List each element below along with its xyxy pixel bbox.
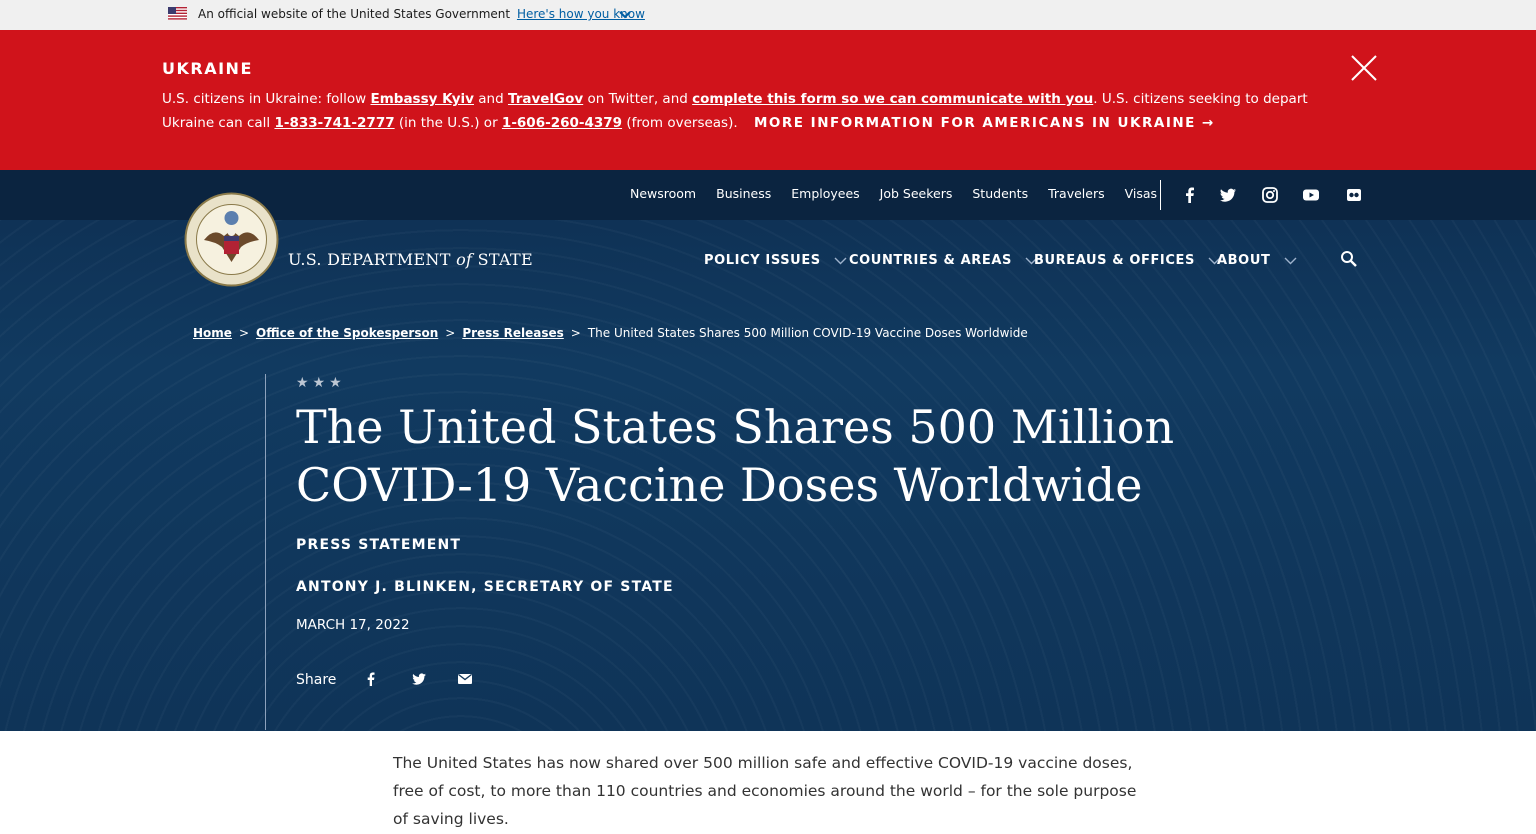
nav-about[interactable]: ABOUT <box>1217 253 1297 268</box>
nav-policy-issues[interactable]: POLICY ISSUES <box>704 253 847 268</box>
overseas-phone-link[interactable]: 1-606-260-4379 <box>502 115 622 131</box>
travelgov-link[interactable]: TravelGov <box>508 91 583 107</box>
alert-text: on Twitter, and <box>587 91 688 107</box>
gov-banner-label: An official website of the United States… <box>198 7 511 21</box>
facebook-icon[interactable] <box>1181 186 1199 204</box>
nav-bureaus-offices[interactable]: BUREAUS & OFFICES <box>1034 253 1221 268</box>
department-name-part: U.S. DEPARTMENT <box>288 250 451 269</box>
contact-form-link[interactable]: complete this form so we can communicate… <box>692 91 1093 107</box>
share-email-icon[interactable] <box>457 671 473 687</box>
instagram-icon[interactable] <box>1261 186 1279 204</box>
alert-text: (from overseas). <box>626 115 738 131</box>
breadcrumb: Home > Office of the Spokesperson > Press Re… <box>193 326 1028 340</box>
utility-nav: Newsroom Business Employees Job Seekers … <box>630 186 1177 201</box>
stars-ornament: ★★★ <box>296 375 346 391</box>
youtube-icon[interactable] <box>1302 186 1320 204</box>
chevron-down-icon <box>834 257 847 264</box>
util-link-business[interactable]: Business <box>716 186 771 201</box>
more-info-link[interactable]: MORE INFORMATION FOR AMERICANS IN UKRAIN… <box>754 115 1215 131</box>
flickr-icon[interactable] <box>1345 186 1363 204</box>
gov-banner-text: An official website of the United States… <box>198 7 645 21</box>
utility-divider <box>1160 180 1161 210</box>
alert-body: U.S. citizens in Ukraine: follow Embassy… <box>162 87 1342 135</box>
us-flag-icon <box>168 7 187 20</box>
article-type: PRESS STATEMENT <box>296 537 462 553</box>
nav-label: COUNTRIES & AREAS <box>849 253 1012 268</box>
breadcrumb-spokesperson[interactable]: Office of the Spokesperson <box>256 326 438 340</box>
alert-text: and <box>478 91 504 107</box>
breadcrumb-home[interactable]: Home <box>193 326 232 340</box>
chevron-down-icon[interactable] <box>618 10 632 20</box>
util-link-employees[interactable]: Employees <box>791 186 859 201</box>
close-icon[interactable] <box>1350 54 1378 82</box>
breadcrumb-separator: > <box>570 326 581 340</box>
article-divider <box>265 374 266 730</box>
util-link-travelers[interactable]: Travelers <box>1048 186 1105 201</box>
util-link-students[interactable]: Students <box>972 186 1028 201</box>
nav-label: BUREAUS & OFFICES <box>1034 253 1195 268</box>
breadcrumb-separator: > <box>445 326 456 340</box>
util-link-newsroom[interactable]: Newsroom <box>630 186 696 201</box>
article-intro: The United States has now shared over 50… <box>393 754 1137 828</box>
alert-title: UKRAINE <box>162 59 253 78</box>
nav-label: ABOUT <box>1217 253 1271 268</box>
page-title: The United States Shares 500 Million COV… <box>296 400 1175 512</box>
chevron-down-icon <box>1284 257 1297 264</box>
breadcrumb-current: The United States Shares 500 Million COV… <box>587 326 1028 340</box>
article-date: MARCH 17, 2022 <box>296 617 410 633</box>
article-author[interactable]: ANTONY J. BLINKEN, SECRETARY OF STATE <box>296 579 674 595</box>
breadcrumb-press-releases[interactable]: Press Releases <box>462 326 563 340</box>
department-name-of: of <box>456 250 473 269</box>
share-twitter-icon[interactable] <box>411 671 427 687</box>
share-facebook-icon[interactable] <box>363 671 379 687</box>
hero-section: Newsroom Business Employees Job Seekers … <box>0 170 1536 731</box>
share-label: Share <box>296 672 337 688</box>
gov-banner: An official website of the United States… <box>0 0 1536 30</box>
breadcrumb-separator: > <box>238 326 249 340</box>
department-name[interactable]: U.S. DEPARTMENT of STATE <box>288 250 533 269</box>
state-department-seal[interactable] <box>184 192 279 287</box>
department-name-part: STATE <box>477 250 533 269</box>
util-link-visas[interactable]: Visas <box>1125 186 1157 201</box>
alert-text: U.S. citizens in Ukraine: follow <box>162 91 367 107</box>
ukraine-alert: UKRAINE U.S. citizens in Ukraine: follow… <box>0 30 1536 170</box>
search-icon[interactable] <box>1340 250 1358 268</box>
util-link-job-seekers[interactable]: Job Seekers <box>880 186 953 201</box>
twitter-icon[interactable] <box>1219 186 1237 204</box>
embassy-kyiv-link[interactable]: Embassy Kyiv <box>371 91 474 107</box>
us-phone-link[interactable]: 1-833-741-2777 <box>274 115 394 131</box>
alert-text: (in the U.S.) or <box>398 115 498 131</box>
nav-label: POLICY ISSUES <box>704 253 821 268</box>
nav-countries-areas[interactable]: COUNTRIES & AREAS <box>849 253 1038 268</box>
